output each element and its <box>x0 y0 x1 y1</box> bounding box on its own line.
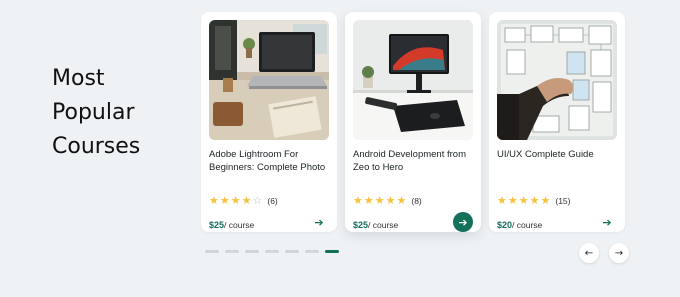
star-icon: ★ <box>518 194 529 207</box>
star-icon: ★ <box>540 194 551 207</box>
star-icon: ★ <box>497 194 507 207</box>
section-heading: Most Popular Courses <box>52 62 172 164</box>
pagination-dot-active[interactable] <box>325 250 339 253</box>
heading-line-1: Most <box>52 66 105 91</box>
course-price: $25/ course <box>353 220 398 230</box>
price-amount: $25 <box>209 220 225 230</box>
carousel-next-button[interactable]: → <box>609 243 629 263</box>
pagination-dot[interactable] <box>285 250 299 253</box>
course-rating: ★ ★ ★ ★ ☆ (6) <box>209 195 278 207</box>
star-icon: ★ <box>230 194 241 207</box>
course-price: $25/ course <box>209 220 254 230</box>
price-unit: / course <box>512 220 543 230</box>
pagination-dot[interactable] <box>265 250 279 253</box>
carousel-prev-button[interactable]: ← <box>579 243 599 263</box>
arrow-right-icon: → <box>614 247 624 259</box>
course-thumbnail[interactable] <box>209 20 329 140</box>
laptop-desk-photo <box>209 20 329 140</box>
arrow-right-icon[interactable]: ➔ <box>309 212 329 232</box>
arrow-right-icon[interactable]: ➔ <box>597 212 617 232</box>
star-icon: ★ <box>363 194 374 207</box>
heading-line-3: Courses <box>52 134 141 159</box>
pagination-dot[interactable] <box>305 250 319 253</box>
price-amount: $20 <box>497 220 513 230</box>
course-title[interactable]: Android Development from Zeo to Hero <box>353 148 477 174</box>
star-icon: ★ <box>241 194 252 207</box>
star-icon: ★ <box>219 194 230 207</box>
star-icon: ★ <box>374 194 385 207</box>
star-outline-icon: ☆ <box>252 194 263 207</box>
arrow-right-icon[interactable]: ➔ <box>453 212 473 232</box>
price-unit: / course <box>368 220 399 230</box>
course-card-android[interactable]: Android Development from Zeo to Hero ★ ★… <box>345 12 481 232</box>
course-title[interactable]: UI/UX Complete Guide <box>497 148 621 161</box>
star-icon: ★ <box>396 194 407 207</box>
course-card-lightroom[interactable]: Adobe Lightroom For Beginners: Complete … <box>201 12 337 232</box>
course-price: $20/ course <box>497 220 542 230</box>
pagination-dot[interactable] <box>245 250 259 253</box>
course-rating: ★ ★ ★ ★ ★ (15) <box>497 195 571 207</box>
rating-count: (15) <box>555 196 571 206</box>
course-title[interactable]: Adobe Lightroom For Beginners: Complete … <box>209 148 333 174</box>
heading-line-2: Popular <box>52 100 135 125</box>
wireframe-board-photo <box>497 20 617 140</box>
pagination-dot[interactable] <box>225 250 239 253</box>
star-icon: ★ <box>507 194 518 207</box>
course-thumbnail[interactable] <box>497 20 617 140</box>
course-thumbnail[interactable] <box>353 20 473 140</box>
rating-count: (8) <box>411 196 422 206</box>
rating-count: (6) <box>267 196 278 206</box>
monitor-desk-photo <box>353 20 473 140</box>
arrow-left-icon: ← <box>584 247 594 259</box>
star-icon: ★ <box>529 194 540 207</box>
star-icon: ★ <box>353 194 363 207</box>
course-rating: ★ ★ ★ ★ ★ (8) <box>353 195 422 207</box>
star-icon: ★ <box>209 194 219 207</box>
pagination-dot[interactable] <box>205 250 219 253</box>
price-amount: $25 <box>353 220 369 230</box>
price-unit: / course <box>224 220 255 230</box>
carousel-pagination <box>205 250 345 253</box>
course-card-uiux[interactable]: UI/UX Complete Guide ★ ★ ★ ★ ★ (15) $20/… <box>489 12 625 232</box>
star-icon: ★ <box>385 194 396 207</box>
